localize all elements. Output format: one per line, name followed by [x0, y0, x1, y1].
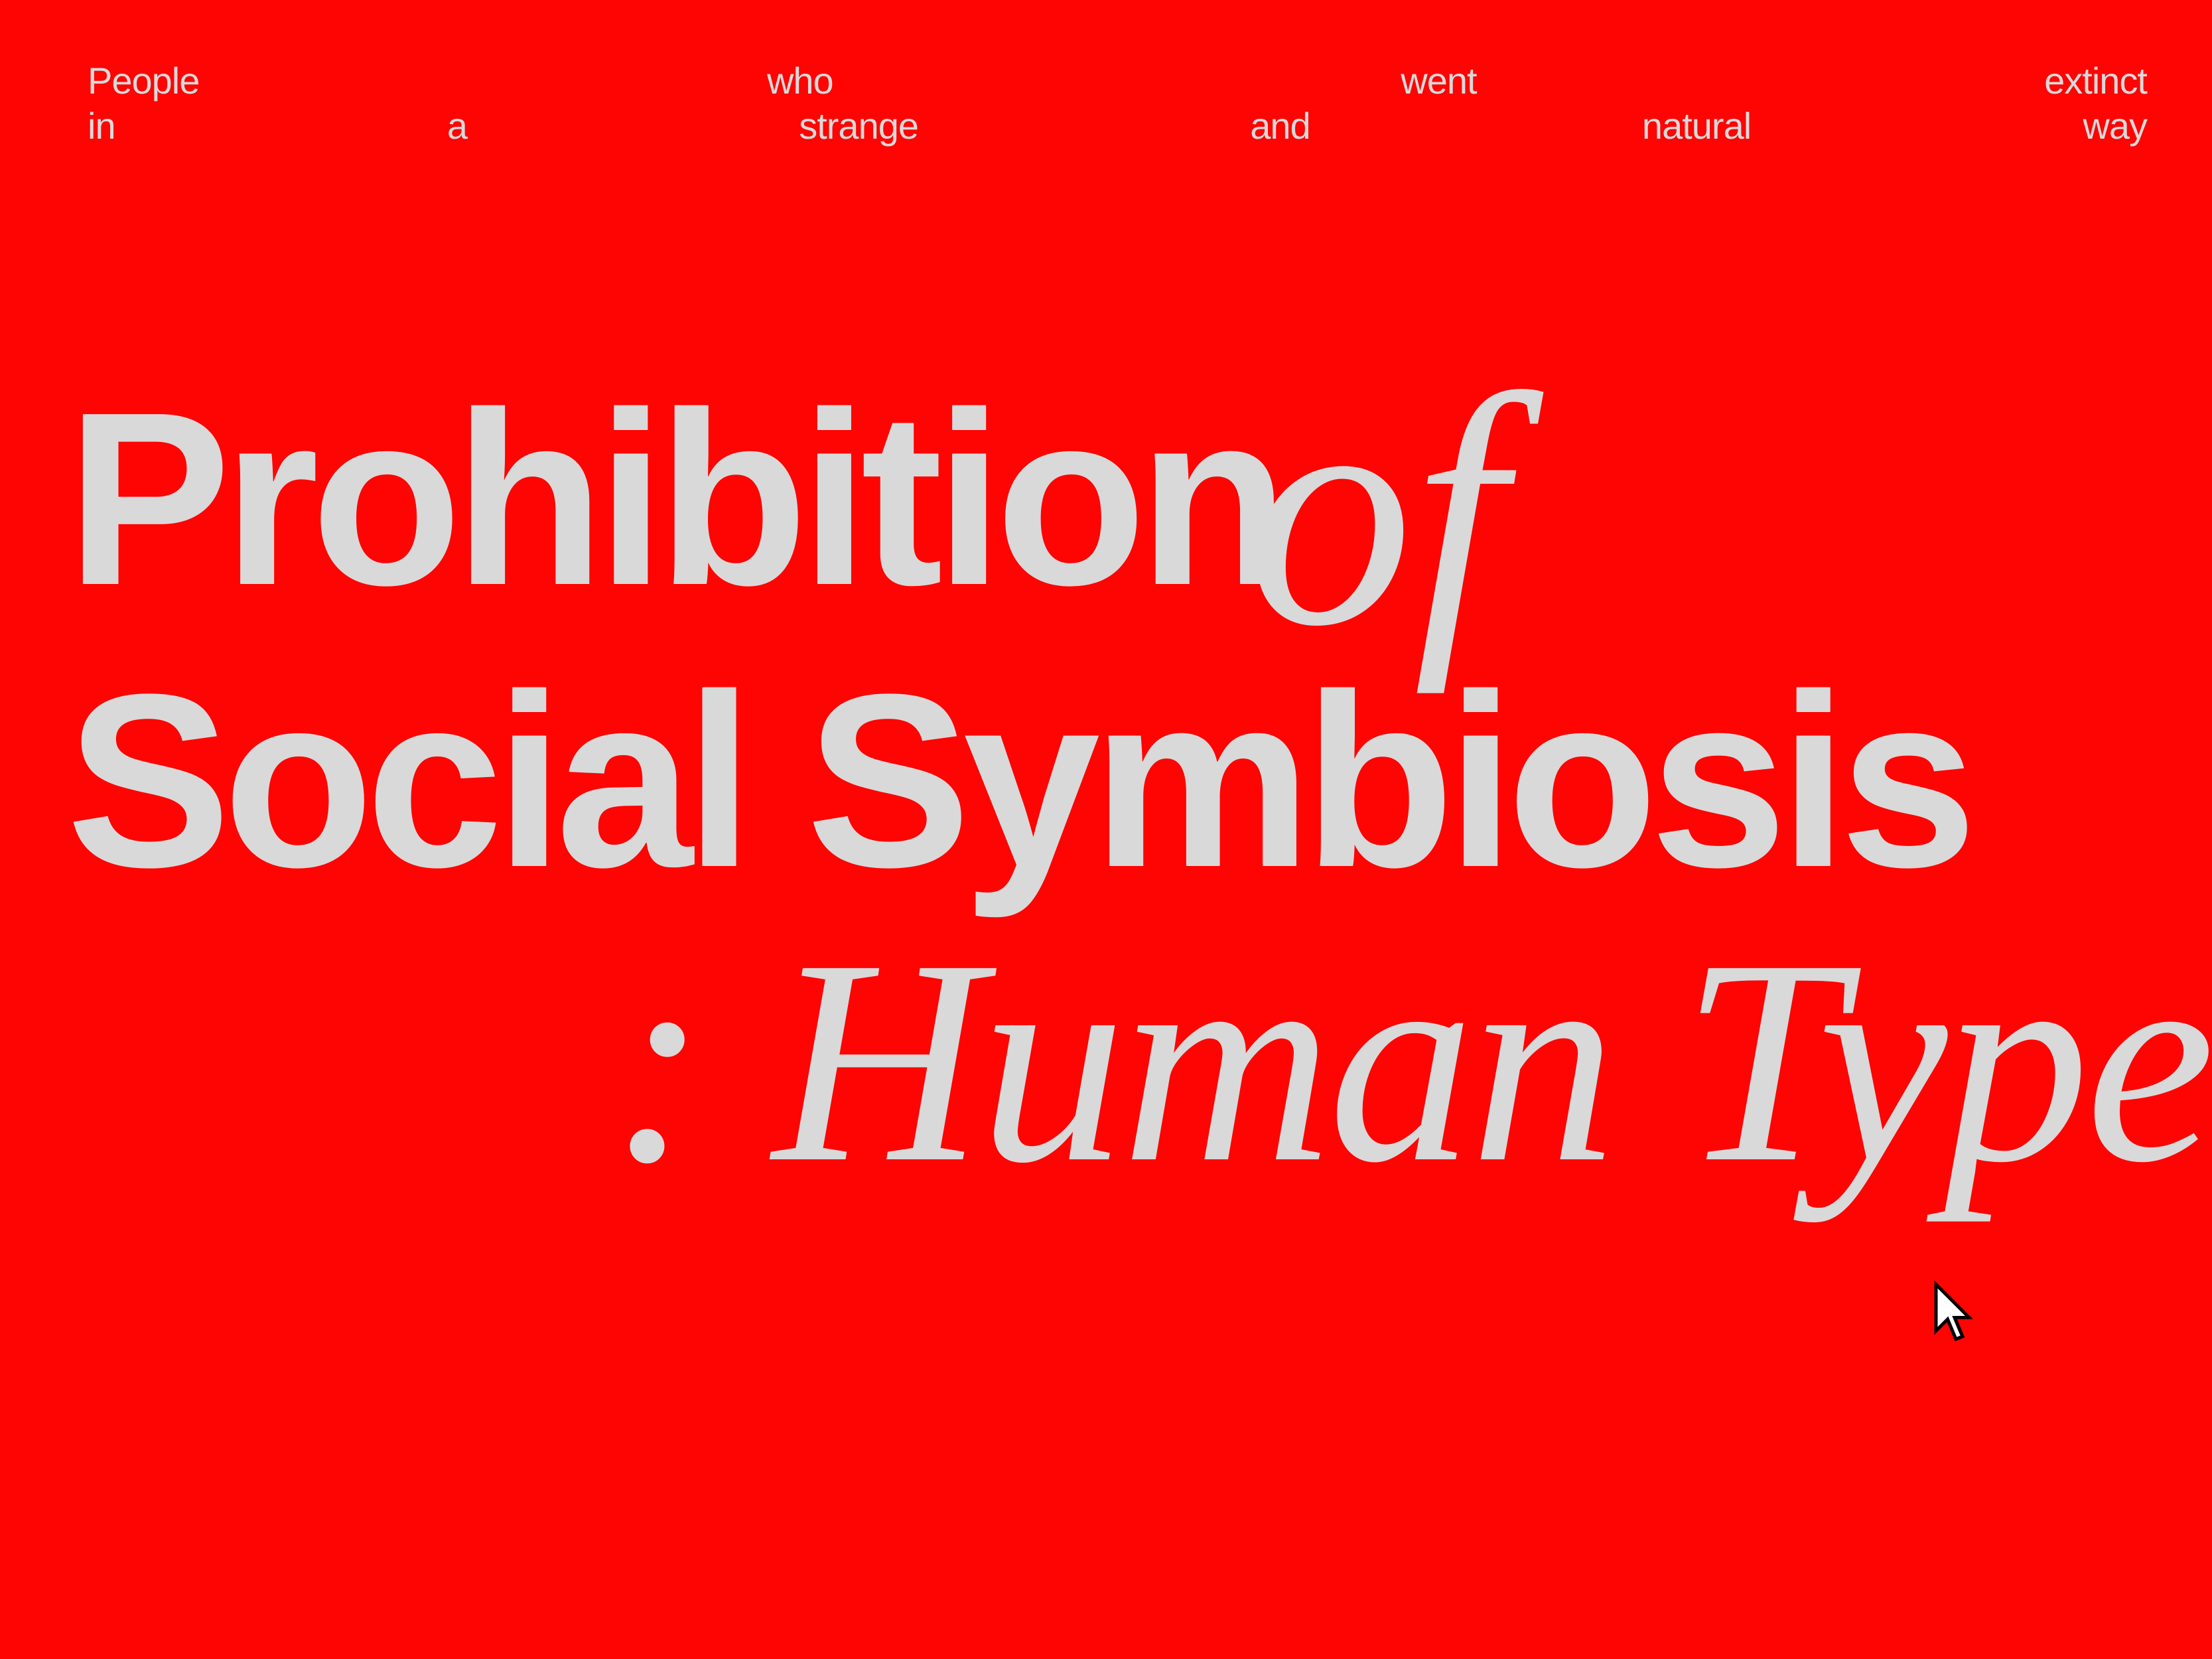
intro-word: a	[447, 105, 468, 147]
mouse-cursor-icon	[1934, 1281, 1972, 1342]
title-line-2: Social Symbiosis	[66, 642, 1977, 918]
intro-word: and	[1250, 105, 1310, 147]
intro-line-2: in a strange and natural way	[88, 104, 2148, 149]
intro-word: natural	[1641, 105, 1752, 147]
intro-word: People	[88, 60, 200, 102]
intro-word: way	[2083, 105, 2148, 147]
title-connector: of	[1247, 327, 1505, 695]
intro-word: strange	[799, 105, 919, 147]
intro-text: People who went extinct in a strange and…	[88, 58, 2148, 149]
intro-word: in	[88, 105, 116, 147]
title-subtitle: : Human Type	[610, 900, 2212, 1223]
intro-word: who	[766, 60, 834, 102]
intro-word: went	[1401, 60, 1477, 102]
intro-line-1: People who went extinct	[88, 58, 2148, 104]
intro-word: extinct	[2044, 60, 2148, 102]
title-line-1: Prohibition	[66, 360, 1289, 636]
